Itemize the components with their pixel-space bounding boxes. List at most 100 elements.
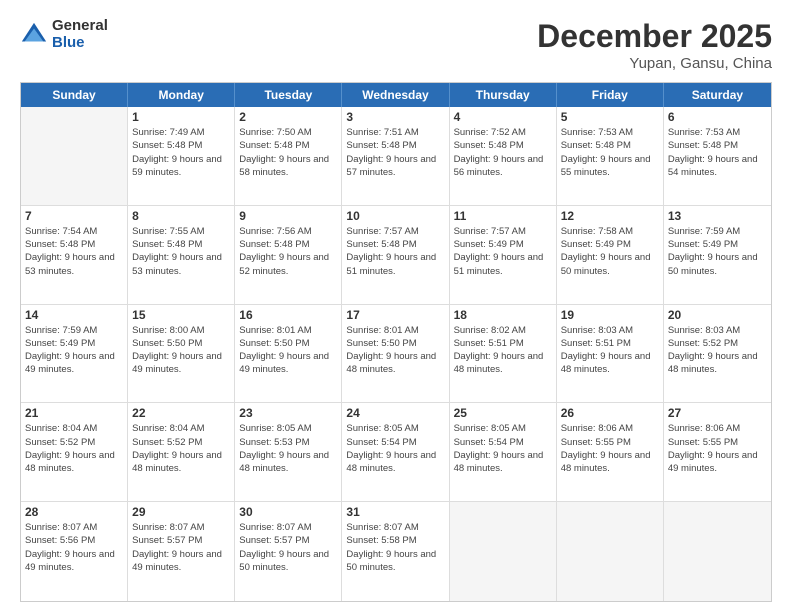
logo-general-label: General [52, 18, 108, 35]
day-number: 6 [668, 110, 767, 124]
calendar-cell: 26Sunrise: 8:06 AMSunset: 5:55 PMDayligh… [557, 403, 664, 501]
calendar-cell [450, 502, 557, 601]
day-info: Sunrise: 8:07 AMSunset: 5:57 PMDaylight:… [132, 521, 230, 574]
calendar-cell: 25Sunrise: 8:05 AMSunset: 5:54 PMDayligh… [450, 403, 557, 501]
day-info: Sunrise: 8:05 AMSunset: 5:54 PMDaylight:… [346, 422, 444, 475]
day-info: Sunrise: 7:49 AMSunset: 5:48 PMDaylight:… [132, 126, 230, 179]
day-info: Sunrise: 8:07 AMSunset: 5:56 PMDaylight:… [25, 521, 123, 574]
calendar-header-day: Friday [557, 83, 664, 107]
calendar-cell: 28Sunrise: 8:07 AMSunset: 5:56 PMDayligh… [21, 502, 128, 601]
day-number: 17 [346, 308, 444, 322]
calendar-week: 21 Sunrise: 8:04 AMSunset: 5:52 PMDayligh… [21, 403, 771, 502]
day-number: 30 [239, 505, 337, 519]
day-number: 2 [239, 110, 337, 124]
calendar-header-day: Wednesday [342, 83, 449, 107]
calendar-cell: 12 Sunrise: 7:58 AMSunset: 5:49 PMDayligh… [557, 206, 664, 304]
calendar-cell: 22 Sunrise: 8:04 AMSunset: 5:52 PMDayligh… [128, 403, 235, 501]
calendar-cell [664, 502, 771, 601]
calendar-cell: 1Sunrise: 7:49 AMSunset: 5:48 PMDaylight… [128, 107, 235, 205]
day-info: Sunrise: 8:06 AMSunset: 5:55 PMDaylight:… [561, 422, 659, 475]
calendar-cell: 17 Sunrise: 8:01 AMSunset: 5:50 PMDayligh… [342, 305, 449, 403]
day-number: 10 [346, 209, 444, 223]
day-info: Sunrise: 8:04 AMSunset: 5:52 PMDaylight:… [25, 422, 123, 475]
day-info: Sunrise: 7:52 AMSunset: 5:48 PMDaylight:… [454, 126, 552, 179]
day-info: Sunrise: 7:59 AMSunset: 5:49 PMDaylight:… [668, 225, 767, 278]
day-number: 22 [132, 406, 230, 420]
day-info: Sunrise: 8:01 AMSunset: 5:50 PMDaylight:… [239, 324, 337, 377]
day-info: Sunrise: 8:01 AMSunset: 5:50 PMDaylight:… [346, 324, 444, 377]
calendar-cell [557, 502, 664, 601]
calendar-cell: 8 Sunrise: 7:55 AMSunset: 5:48 PMDaylight… [128, 206, 235, 304]
calendar: SundayMondayTuesdayWednesdayThursdayFrid… [20, 82, 772, 602]
logo: General Blue [20, 18, 108, 51]
logo-blue-label: Blue [52, 35, 108, 52]
day-number: 25 [454, 406, 552, 420]
calendar-header: SundayMondayTuesdayWednesdayThursdayFrid… [21, 83, 771, 107]
day-info: Sunrise: 8:03 AMSunset: 5:52 PMDaylight:… [668, 324, 767, 377]
day-info: Sunrise: 8:02 AMSunset: 5:51 PMDaylight:… [454, 324, 552, 377]
day-info: Sunrise: 7:53 AMSunset: 5:48 PMDaylight:… [668, 126, 767, 179]
day-number: 20 [668, 308, 767, 322]
calendar-header-day: Monday [128, 83, 235, 107]
day-info: Sunrise: 7:54 AMSunset: 5:48 PMDaylight:… [25, 225, 123, 278]
calendar-header-day: Sunday [21, 83, 128, 107]
day-info: Sunrise: 7:57 AMSunset: 5:49 PMDaylight:… [454, 225, 552, 278]
day-info: Sunrise: 8:03 AMSunset: 5:51 PMDaylight:… [561, 324, 659, 377]
calendar-cell: 11 Sunrise: 7:57 AMSunset: 5:49 PMDayligh… [450, 206, 557, 304]
calendar-week: 7 Sunrise: 7:54 AMSunset: 5:48 PMDaylight… [21, 206, 771, 305]
day-number: 21 [25, 406, 123, 420]
day-info: Sunrise: 8:06 AMSunset: 5:55 PMDaylight:… [668, 422, 767, 475]
day-info: Sunrise: 8:04 AMSunset: 5:52 PMDaylight:… [132, 422, 230, 475]
day-info: Sunrise: 7:51 AMSunset: 5:48 PMDaylight:… [346, 126, 444, 179]
calendar-cell: 18Sunrise: 8:02 AMSunset: 5:51 PMDayligh… [450, 305, 557, 403]
calendar-cell: 6 Sunrise: 7:53 AMSunset: 5:48 PMDaylight… [664, 107, 771, 205]
day-number: 16 [239, 308, 337, 322]
calendar-cell: 2Sunrise: 7:50 AMSunset: 5:48 PMDaylight… [235, 107, 342, 205]
calendar-cell: 27 Sunrise: 8:06 AMSunset: 5:55 PMDayligh… [664, 403, 771, 501]
calendar-week: 14 Sunrise: 7:59 AMSunset: 5:49 PMDayligh… [21, 305, 771, 404]
day-number: 3 [346, 110, 444, 124]
day-info: Sunrise: 7:53 AMSunset: 5:48 PMDaylight:… [561, 126, 659, 179]
calendar-cell: 23Sunrise: 8:05 AMSunset: 5:53 PMDayligh… [235, 403, 342, 501]
calendar-week: 1Sunrise: 7:49 AMSunset: 5:48 PMDaylight… [21, 107, 771, 206]
calendar-week: 28Sunrise: 8:07 AMSunset: 5:56 PMDayligh… [21, 502, 771, 601]
day-number: 8 [132, 209, 230, 223]
calendar-cell: 10 Sunrise: 7:57 AMSunset: 5:48 PMDayligh… [342, 206, 449, 304]
day-number: 7 [25, 209, 123, 223]
day-number: 14 [25, 308, 123, 322]
title-location: Yupan, Gansu, China [537, 55, 772, 72]
day-number: 12 [561, 209, 659, 223]
calendar-cell: 5 Sunrise: 7:53 AMSunset: 5:48 PMDaylight… [557, 107, 664, 205]
day-number: 11 [454, 209, 552, 223]
calendar-cell: 21 Sunrise: 8:04 AMSunset: 5:52 PMDayligh… [21, 403, 128, 501]
day-number: 9 [239, 209, 337, 223]
header: General Blue December 2025 Yupan, Gansu,… [20, 18, 772, 72]
logo-icon [20, 21, 48, 49]
day-number: 4 [454, 110, 552, 124]
calendar-cell: 29 Sunrise: 8:07 AMSunset: 5:57 PMDayligh… [128, 502, 235, 601]
day-info: Sunrise: 7:59 AMSunset: 5:49 PMDaylight:… [25, 324, 123, 377]
title-month: December 2025 [537, 18, 772, 55]
calendar-body: 1Sunrise: 7:49 AMSunset: 5:48 PMDaylight… [21, 107, 771, 601]
day-info: Sunrise: 7:56 AMSunset: 5:48 PMDaylight:… [239, 225, 337, 278]
calendar-header-day: Thursday [450, 83, 557, 107]
day-info: Sunrise: 7:58 AMSunset: 5:49 PMDaylight:… [561, 225, 659, 278]
day-number: 27 [668, 406, 767, 420]
day-info: Sunrise: 7:55 AMSunset: 5:48 PMDaylight:… [132, 225, 230, 278]
calendar-cell: 20 Sunrise: 8:03 AMSunset: 5:52 PMDayligh… [664, 305, 771, 403]
calendar-cell: 9 Sunrise: 7:56 AMSunset: 5:48 PMDaylight… [235, 206, 342, 304]
page: General Blue December 2025 Yupan, Gansu,… [0, 0, 792, 612]
day-info: Sunrise: 8:07 AMSunset: 5:58 PMDaylight:… [346, 521, 444, 574]
calendar-cell: 19Sunrise: 8:03 AMSunset: 5:51 PMDayligh… [557, 305, 664, 403]
calendar-header-day: Saturday [664, 83, 771, 107]
day-info: Sunrise: 7:57 AMSunset: 5:48 PMDaylight:… [346, 225, 444, 278]
day-info: Sunrise: 8:00 AMSunset: 5:50 PMDaylight:… [132, 324, 230, 377]
day-number: 29 [132, 505, 230, 519]
day-number: 15 [132, 308, 230, 322]
calendar-cell: 7 Sunrise: 7:54 AMSunset: 5:48 PMDaylight… [21, 206, 128, 304]
calendar-cell: 3 Sunrise: 7:51 AMSunset: 5:48 PMDaylight… [342, 107, 449, 205]
day-number: 5 [561, 110, 659, 124]
calendar-cell: 30Sunrise: 8:07 AMSunset: 5:57 PMDayligh… [235, 502, 342, 601]
day-info: Sunrise: 8:05 AMSunset: 5:53 PMDaylight:… [239, 422, 337, 475]
calendar-cell: 14 Sunrise: 7:59 AMSunset: 5:49 PMDayligh… [21, 305, 128, 403]
